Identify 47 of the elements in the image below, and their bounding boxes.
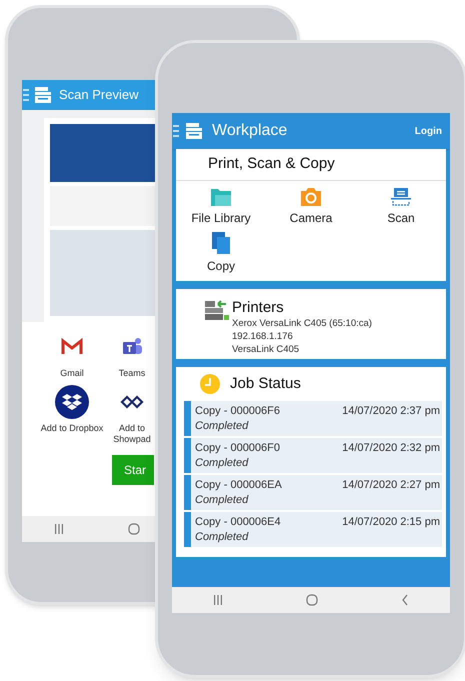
copy-icon (211, 230, 231, 254)
menu-icon[interactable] (23, 88, 29, 102)
job-time: 14/07/2020 2:15 pm (342, 515, 440, 530)
job-name: Copy - 000006F0 (195, 441, 280, 456)
card-title: Printers (232, 298, 285, 316)
job-name: Copy - 000006F6 (195, 404, 280, 419)
job-status: Completed (195, 419, 250, 434)
share-target-label[interactable]: Teams (118, 368, 146, 379)
job-status: Completed (195, 530, 250, 545)
printer-detail: Xerox VersaLink C405 (65:10:ca) (232, 316, 372, 330)
card-title: Job Status (230, 374, 301, 394)
camera-icon (300, 186, 322, 206)
card-title: Print, Scan & Copy (176, 149, 446, 180)
printer-icon (204, 298, 230, 322)
share-target-label[interactable]: Add to Dropbox (40, 423, 104, 434)
back-icon[interactable] (400, 594, 409, 606)
login-button[interactable]: Login (414, 124, 442, 138)
recent-apps-icon[interactable] (54, 524, 64, 534)
scanner-icon (33, 85, 53, 105)
box-logo-icon (55, 385, 89, 419)
share-target-label[interactable]: Gmail (60, 368, 84, 379)
job-time: 14/07/2020 2:37 pm (342, 404, 440, 419)
clock-icon (200, 374, 220, 394)
job-name: Copy - 000006EA (195, 478, 282, 493)
home-icon[interactable] (128, 523, 140, 535)
share-target-label[interactable]: Add to Showpad (113, 423, 151, 445)
printer-detail: 192.168.1.176 (232, 330, 294, 342)
scanner-icon (184, 121, 204, 141)
scanner-icon (390, 186, 412, 206)
job-time: 14/07/2020 2:32 pm (342, 441, 440, 456)
recent-apps-icon[interactable] (213, 595, 224, 605)
job-row[interactable]: Copy - 000006F6 Completed 14/07/2020 2:37 pm (184, 401, 442, 436)
job-name: Copy - 000006E4 (195, 515, 281, 530)
app-title: Scan Preview (59, 86, 138, 104)
job-row[interactable]: Copy - 000006E4 Completed 14/07/2020 2:15 pm (184, 512, 442, 547)
job-row[interactable]: Copy - 000006EA Completed 14/07/2020 2:27 pm (184, 475, 442, 510)
menu-icon[interactable] (173, 124, 179, 138)
home-icon[interactable] (306, 594, 318, 606)
action-button[interactable]: Camera (266, 186, 356, 226)
job-status: Completed (195, 456, 250, 471)
folder-icon (210, 186, 232, 206)
app-title: Workplace (212, 121, 288, 141)
job-row[interactable]: Copy - 000006F0 Completed 14/07/2020 2:32 pm (184, 438, 442, 473)
job-time: 14/07/2020 2:27 pm (342, 478, 440, 493)
job-status: Completed (195, 493, 250, 508)
action-button[interactable]: Scan (356, 186, 446, 226)
printer-detail: VersaLink C405 (232, 342, 300, 356)
